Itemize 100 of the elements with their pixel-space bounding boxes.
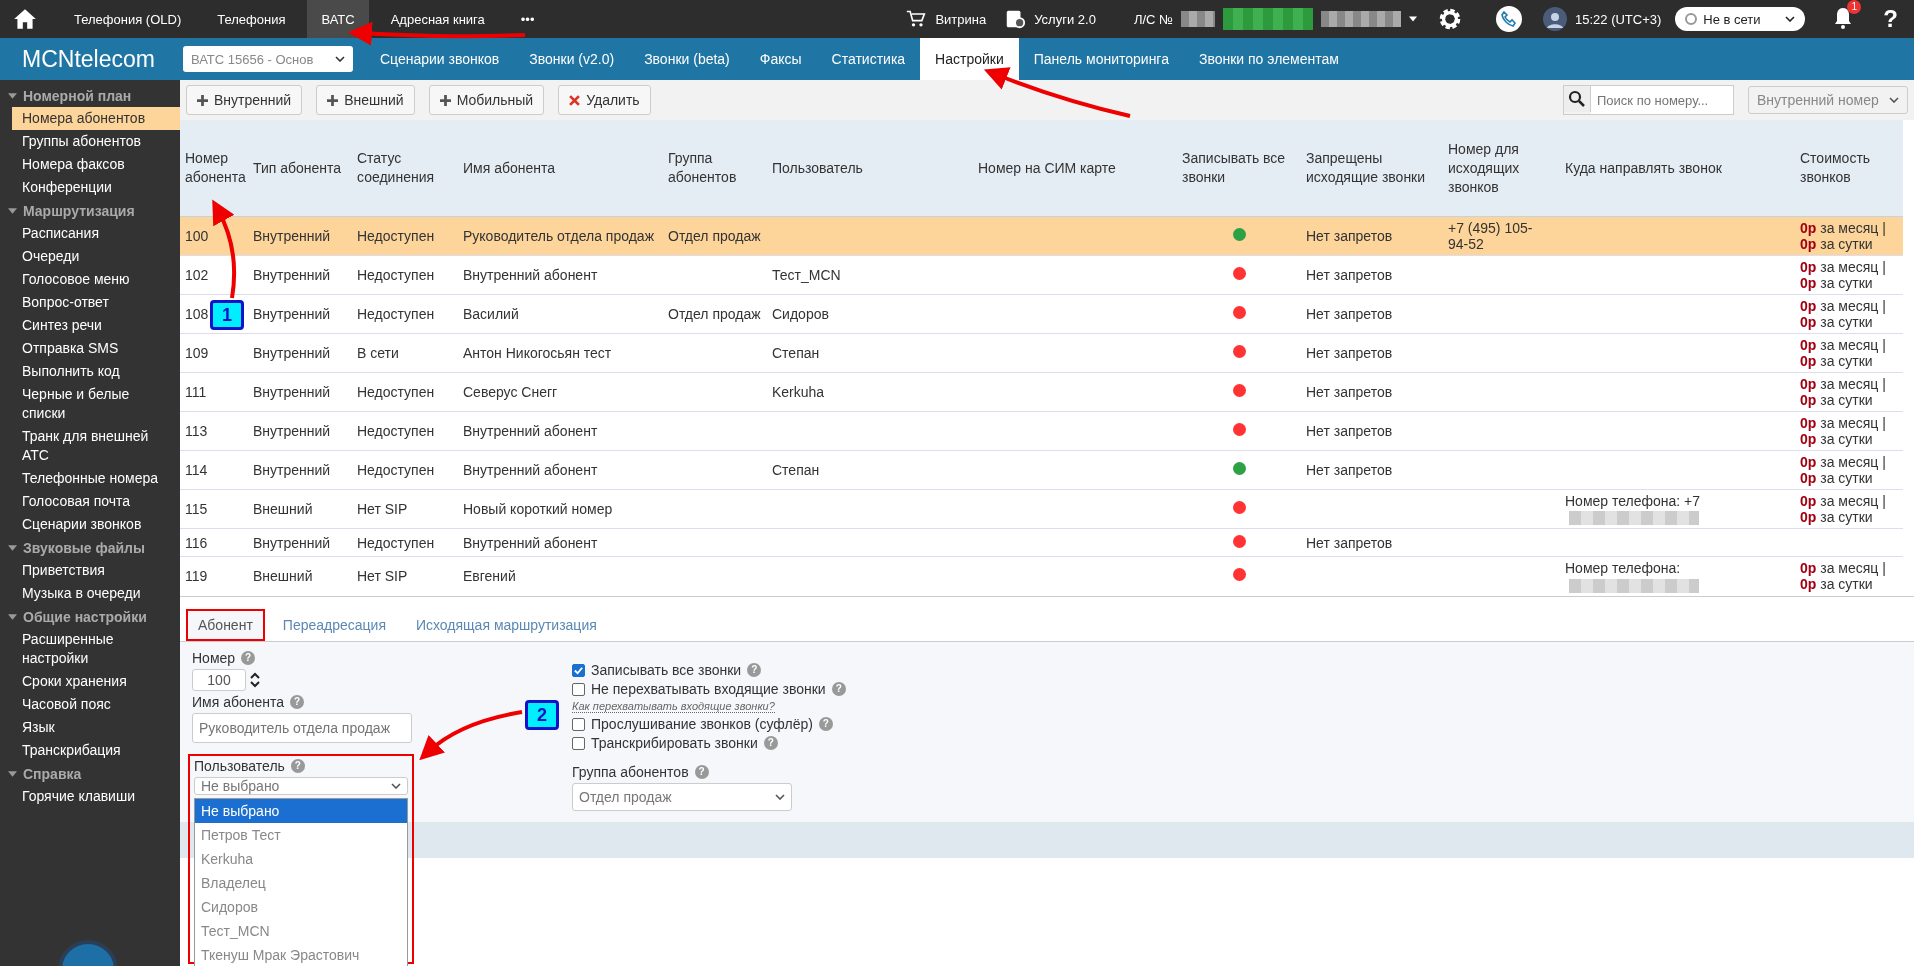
checkbox[interactable] — [572, 663, 585, 677]
table-row[interactable]: 100 Внутренний Недоступен Руководитель отдела продаж Отдел продаж Нет запретов +7 (495) 105-94-52 0р за месяц | 0р за сутки — [180, 216, 1903, 256]
column-header[interactable]: Номер на СИМ карте — [973, 120, 1177, 217]
status-select[interactable]: Не в сети — [1675, 7, 1806, 31]
add-button[interactable]: Мобильный — [428, 85, 545, 115]
checkbox[interactable] — [572, 717, 585, 731]
sidebar-item[interactable]: Выполнить код — [12, 360, 180, 383]
sidebar-item[interactable]: Номера абонентов — [12, 107, 180, 130]
column-header[interactable]: Пользователь — [767, 120, 973, 217]
sidebar-group-title[interactable]: Звуковые файлы — [23, 539, 145, 556]
sidebar-item[interactable]: Голосовая почта — [12, 490, 180, 513]
caret-icon[interactable] — [1409, 16, 1417, 22]
header-tab[interactable]: Панель мониторинга — [1018, 38, 1184, 80]
detail-tab[interactable]: Исходящая маршрутизация — [403, 609, 609, 641]
sidebar-item[interactable]: Очереди — [12, 245, 180, 268]
delete-button[interactable]: Удалить — [558, 85, 651, 115]
table-row[interactable]: 119 Внешний Нет SIP Евгений Номер телефона: 0р за месяц | 0р за сутки — [180, 556, 1903, 596]
sidebar-item[interactable]: Вопрос-ответ — [12, 291, 180, 314]
add-button[interactable]: Внешний — [316, 85, 415, 115]
table-row[interactable]: 109 Внутренний В сети Антон Никогосьян тест Степан Нет запретов 0р за месяц | 0р за сутки — [180, 333, 1903, 373]
sidebar-group-title[interactable]: Номерной план — [23, 87, 132, 104]
sidebar-item[interactable]: Язык — [12, 716, 180, 739]
sidebar-item[interactable]: Расписания — [12, 222, 180, 245]
table-row[interactable]: 116 Внутренний Недоступен Внутренний абонент Нет запретов — [180, 528, 1903, 557]
dropdown-option[interactable]: Не выбрано — [195, 799, 407, 823]
table-row[interactable]: 115 Внешний Нет SIP Новый короткий номер Номер телефона: +7 0р за месяц | 0р за сутки — [180, 489, 1903, 529]
sidebar-item[interactable]: Расширенные настройки — [12, 628, 180, 670]
column-header[interactable]: Имя абонента — [458, 120, 663, 217]
sidebar-item[interactable]: Транк для внешней АТС — [12, 425, 180, 467]
header-tab[interactable]: Звонки (beta) — [629, 38, 745, 80]
sidebar-item[interactable]: Горячие клавиши — [12, 785, 180, 808]
settings-icon[interactable] — [1437, 6, 1463, 32]
phone-icon[interactable] — [1495, 5, 1523, 33]
avatar-icon[interactable] — [1543, 7, 1567, 31]
table-row[interactable]: 113 Внутренний Недоступен Внутренний абонент Нет запретов 0р за месяц | 0р за сутки — [180, 411, 1903, 451]
user-select[interactable]: Не выбрано — [194, 777, 408, 795]
dropdown-option[interactable]: Kerkuha — [195, 847, 407, 871]
spinner-icon[interactable] — [250, 672, 260, 688]
sidebar-item[interactable]: Сценарии звонков — [12, 513, 180, 536]
table-cell: 108 — [185, 306, 209, 322]
table-cell: 114 — [185, 462, 208, 478]
nav-tab[interactable]: ВАТС — [307, 0, 369, 38]
number-field[interactable]: 100 — [192, 669, 246, 691]
help-link[interactable]: ? — [1883, 5, 1898, 33]
sidebar-item[interactable]: Часовой пояс — [12, 693, 180, 716]
dropdown-option[interactable]: Сидоров — [195, 895, 407, 919]
sidebar-item[interactable]: Музыка в очереди — [12, 582, 180, 605]
pbx-select[interactable]: ВАТС 15656 - Основ — [182, 46, 353, 72]
header-tab[interactable]: Звонки по элементам — [1183, 38, 1354, 80]
services-link[interactable]: Услуги 2.0 — [1034, 11, 1096, 27]
header-tab[interactable]: Факсы — [744, 38, 817, 80]
column-header[interactable]: Куда направлять звонок — [1560, 120, 1795, 217]
header-tab[interactable]: Звонки (v2.0) — [514, 38, 630, 80]
column-header[interactable]: Тип абонента — [248, 120, 352, 217]
detail-tab[interactable]: Абонент — [186, 609, 265, 641]
column-header[interactable]: Номер для исходящих звонков — [1443, 120, 1560, 217]
table-row[interactable]: 111 Внутренний Недоступен Северус Снегг Kerkuha Нет запретов 0р за месяц | 0р за сутки — [180, 372, 1903, 412]
sidebar-item[interactable]: Черные и белые списки — [12, 383, 180, 425]
add-button[interactable]: Внутренний — [186, 85, 303, 115]
sidebar-item[interactable]: Транскрибация — [12, 739, 180, 762]
sidebar-item[interactable]: Номера факсов — [12, 153, 180, 176]
dropdown-option[interactable]: Владелец — [195, 871, 407, 895]
name-field[interactable]: Руководитель отдела продаж — [192, 713, 412, 743]
sidebar-item[interactable]: Конференции — [12, 176, 180, 199]
sidebar-item[interactable]: Телефонные номера — [12, 467, 180, 490]
header-tab[interactable]: Сценарии звонков — [364, 38, 515, 80]
checkbox[interactable] — [572, 736, 585, 750]
dropdown-option[interactable]: Тест_MCN — [195, 919, 407, 943]
sidebar-item[interactable]: Группы абонентов — [12, 130, 180, 153]
column-header[interactable]: Записывать все звонки — [1177, 120, 1301, 217]
table-row[interactable]: 102 Внутренний Недоступен Внутренний абонент Тест_MCN Нет запретов 0р за месяц | 0р за сутки — [180, 255, 1903, 295]
column-header[interactable]: Группа абонентов — [663, 120, 767, 217]
sidebar-item[interactable]: Отправка SMS — [12, 337, 180, 360]
checkbox[interactable] — [572, 682, 585, 696]
nav-tab[interactable]: Телефония (OLD) — [60, 0, 196, 38]
group-select[interactable]: Отдел продаж — [572, 783, 792, 811]
help-link[interactable]: Как перехватывать входящие звонки? — [572, 700, 775, 713]
detail-tab[interactable]: Переадресация — [270, 609, 398, 641]
nav-tab[interactable]: Телефония — [203, 0, 300, 38]
sidebar-item[interactable]: Голосовое меню — [12, 268, 180, 291]
sidebar-group-title[interactable]: Общие настройки — [23, 608, 147, 625]
header-tab[interactable]: Настройки — [920, 38, 1019, 80]
column-header[interactable]: Стоимость звонков — [1795, 120, 1903, 217]
column-header[interactable]: Статус соединения — [352, 120, 458, 217]
sidebar-item[interactable]: Сроки хранения — [12, 670, 180, 693]
sidebar-group-title[interactable]: Маршрутизация — [23, 202, 135, 219]
sidebar-group-title[interactable]: Справка — [23, 765, 82, 782]
showcase-link[interactable]: Витрина — [935, 11, 987, 27]
header-tab[interactable]: Статистика — [816, 38, 921, 80]
column-header[interactable]: Номер абонента — [180, 120, 248, 217]
nav-tab[interactable]: Адресная книга — [376, 0, 499, 38]
dropdown-option[interactable]: Петров Тест — [195, 823, 407, 847]
table-cell: Внутренний — [253, 534, 331, 551]
table-cell: Внутренний абонент — [463, 462, 598, 478]
nav-tab[interactable]: ••• — [506, 0, 549, 38]
sidebar-item[interactable]: Приветствия — [12, 559, 180, 582]
sidebar-item[interactable]: Синтез речи — [12, 314, 180, 337]
column-header[interactable]: Запрещены исходящие звонки — [1301, 120, 1443, 217]
dropdown-option[interactable]: Ткенуш Мрак Эрастович — [195, 943, 407, 966]
table-row[interactable]: 114 Внутренний Недоступен Внутренний абонент Степан Нет запретов 0р за месяц | 0р за сутки — [180, 450, 1903, 490]
